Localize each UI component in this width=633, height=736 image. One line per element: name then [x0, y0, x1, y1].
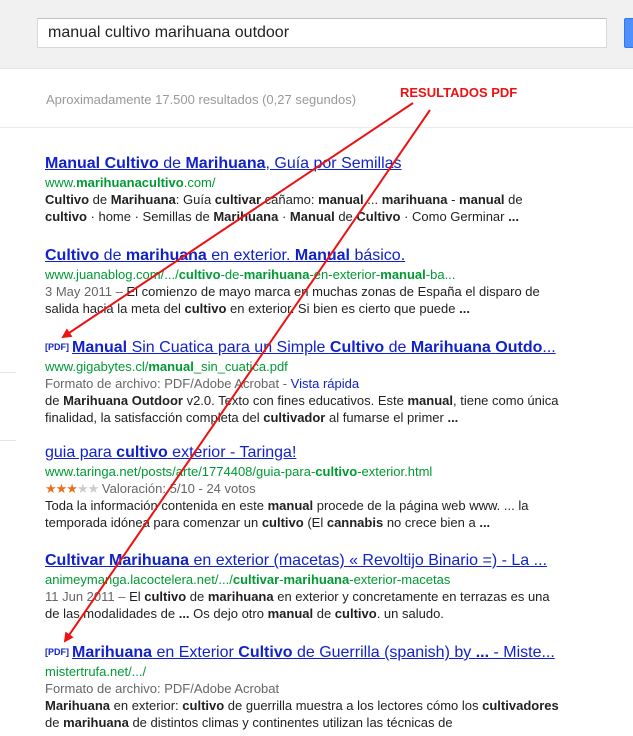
- result-title-link[interactable]: Manual Cultivo de Marihuana, Guía por Se…: [45, 154, 565, 174]
- search-result: guia para cultivo exterior - Taringa! ww…: [45, 443, 565, 531]
- result-snippet: Marihuana en exterior: cultivo de guerri…: [45, 698, 559, 730]
- result-url: www.gigabytes.cl/manual_sin_cuatica.pdf: [45, 359, 288, 374]
- result-date: 3 May 2011 –: [45, 284, 127, 299]
- result-snippet: 11 Jun 2011 – El cultivo de marihuana en…: [45, 589, 550, 621]
- search-result: Cultivar Marihuana en exterior (macetas)…: [45, 551, 565, 622]
- result-snippet: 3 May 2011 – El comienzo de mayo marca e…: [45, 284, 540, 316]
- header-divider: [0, 127, 633, 128]
- left-column-rule: [0, 440, 16, 441]
- result-title-link[interactable]: [PDF] Marihuana en Exterior Cultivo de Gu…: [45, 642, 565, 663]
- quick-view-link[interactable]: Vista rápida: [291, 376, 359, 391]
- search-result-pdf: [PDF] Manual Sin Cuatica para un Simple C…: [45, 337, 565, 426]
- rating: ★★★★★ Valoración: 5/10 - 24 votos: [45, 481, 256, 496]
- search-result-pdf: [PDF] Marihuana en Exterior Cultivo de Gu…: [45, 642, 565, 731]
- search-input[interactable]: manual cultivo marihuana outdoor: [37, 18, 607, 48]
- result-title-link[interactable]: Cultivar Marihuana en exterior (macetas)…: [45, 551, 565, 571]
- left-column-rule: [0, 372, 16, 373]
- result-title-link[interactable]: [PDF] Manual Sin Cuatica para un Simple C…: [45, 337, 565, 358]
- search-result: Manual Cultivo de Marihuana, Guía por Se…: [45, 154, 565, 225]
- rating-stars-icon: ★★★★★: [45, 481, 99, 496]
- search-header: manual cultivo marihuana outdoor: [0, 0, 633, 69]
- result-url: animeymanga.lacoctelera.net/.../cultivar…: [45, 572, 451, 587]
- pdf-tag: [PDF]: [45, 342, 69, 352]
- result-url: mistertrufa.net/.../: [45, 664, 147, 679]
- result-stats: Aproximadamente 17.500 resultados (0,27 …: [46, 92, 357, 107]
- result-snippet: Cultivo de Marihuana: Guía cultivar cáña…: [45, 192, 523, 224]
- result-title-link[interactable]: guia para cultivo exterior - Taringa!: [45, 443, 565, 463]
- result-url: www.taringa.net/posts/arte/1774408/guia-…: [45, 464, 433, 479]
- result-snippet: Toda la información contenida en este ma…: [45, 498, 529, 530]
- result-date: 11 Jun 2011 –: [45, 589, 130, 604]
- search-button[interactable]: [624, 18, 633, 48]
- file-format: Formato de archivo: PDF/Adobe Acrobat: [45, 681, 280, 696]
- search-result: Cultivo de marihuana en exterior. Manual…: [45, 246, 565, 317]
- result-url: www.juanablog.com/.../cultivo-de-marihua…: [45, 267, 456, 282]
- result-url: www.marihuanacultivo.com/: [45, 175, 216, 190]
- result-snippet: de Marihuana Outdoor v2.0. Texto con fin…: [45, 393, 559, 425]
- file-format: Formato de archivo: PDF/Adobe Acrobat - …: [45, 376, 360, 391]
- result-title-link[interactable]: Cultivo de marihuana en exterior. Manual…: [45, 246, 565, 266]
- pdf-tag: [PDF]: [45, 647, 69, 657]
- annotation-label: RESULTADOS PDF: [400, 85, 518, 100]
